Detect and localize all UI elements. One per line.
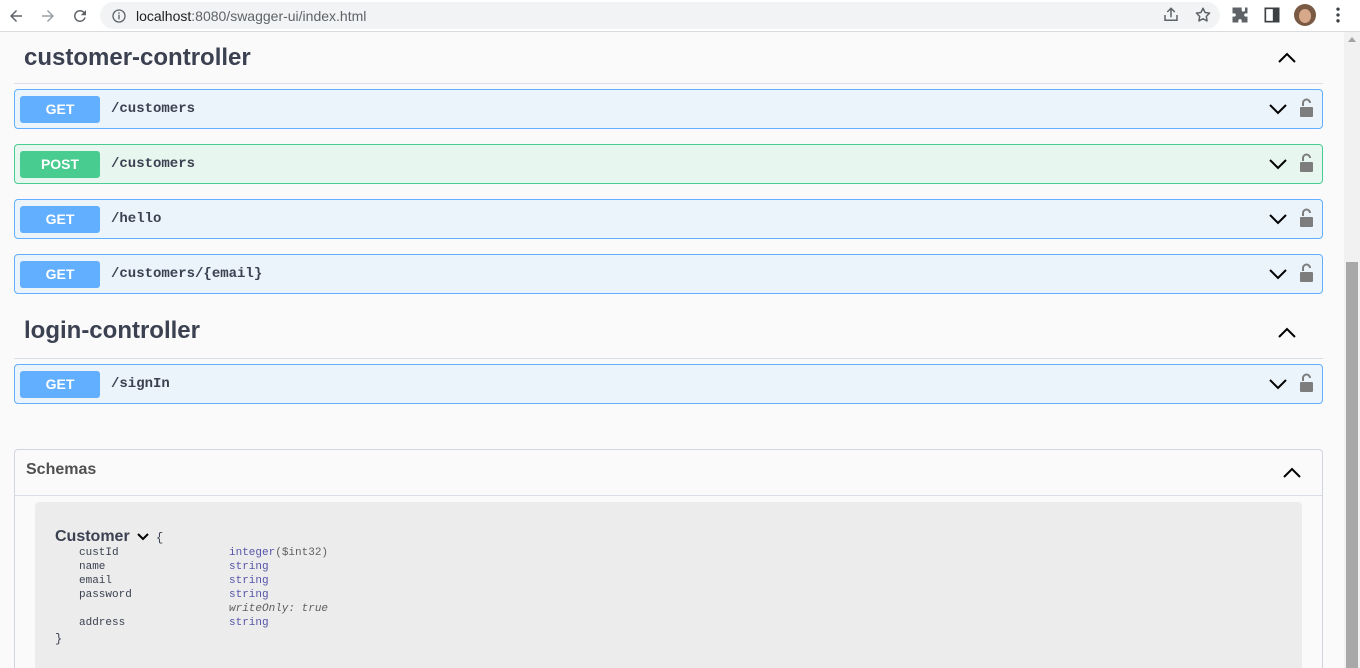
address-bar[interactable]: localhost:8080/swagger-ui/index.html [100, 2, 1220, 29]
bookmark-star-icon[interactable] [1194, 6, 1212, 24]
property-type: string [229, 575, 269, 587]
reload-button[interactable] [64, 0, 96, 32]
property-note: writeOnly: true [229, 603, 329, 615]
swagger-content: customer-controller GET /customers POST … [14, 33, 1323, 404]
property-type: string [229, 617, 269, 629]
operation-path: /customers/{email} [111, 266, 263, 282]
back-button[interactable] [0, 0, 32, 32]
model-name[interactable]: Customer [55, 528, 130, 546]
tag-title[interactable]: login-controller [24, 317, 200, 345]
property-name: name [79, 561, 106, 573]
property-type: string [229, 561, 269, 573]
info-icon[interactable] [111, 8, 127, 24]
chevron-down-icon[interactable] [1268, 377, 1288, 393]
chevron-up-icon[interactable] [1282, 464, 1302, 480]
chevron-down-icon[interactable] [1268, 267, 1288, 283]
more-menu-icon[interactable] [1328, 5, 1348, 25]
arrow-left-icon [10, 9, 22, 22]
chevron-down-icon[interactable] [1268, 157, 1288, 173]
browser-toolbar: localhost:8080/swagger-ui/index.html [0, 0, 1360, 32]
schemas-header[interactable]: Schemas [15, 450, 1322, 496]
method-badge: GET [20, 95, 100, 123]
property-name: custId [79, 547, 119, 559]
property-type: integer($int32) [229, 547, 329, 559]
forward-button[interactable] [32, 0, 64, 32]
operation-get-customers[interactable]: GET /customers [14, 89, 1323, 129]
extensions-puzzle-icon[interactable] [1230, 5, 1250, 25]
close-brace: } [55, 632, 63, 646]
arrow-right-icon [42, 9, 54, 22]
reload-icon [73, 9, 86, 22]
operation-get-hello[interactable]: GET /hello [14, 199, 1323, 239]
property-name: email [79, 575, 113, 587]
unlocked-lock-icon[interactable] [1299, 153, 1314, 173]
chevron-up-icon[interactable] [1277, 324, 1297, 340]
property-name: password [79, 589, 132, 601]
chevron-down-icon[interactable] [137, 532, 149, 542]
tag-section-login-controller[interactable]: login-controller [14, 304, 1323, 359]
schemas-title[interactable]: Schemas [26, 461, 96, 479]
url-text[interactable]: localhost:8080/swagger-ui/index.html [136, 8, 366, 24]
chevron-down-icon[interactable] [1268, 102, 1288, 118]
unlocked-lock-icon[interactable] [1299, 208, 1314, 228]
chevron-down-icon[interactable] [1268, 212, 1288, 228]
tag-section-customer-controller[interactable]: customer-controller [14, 33, 1323, 84]
unlocked-lock-icon[interactable] [1299, 263, 1314, 283]
method-badge: GET [20, 205, 100, 233]
method-badge: POST [20, 150, 100, 178]
model-box-customer: Customer { custId integer($int32) name s… [35, 502, 1302, 668]
operation-path: /signIn [111, 376, 170, 392]
chevron-up-icon[interactable] [1277, 49, 1297, 65]
property-name: address [79, 617, 126, 629]
property-type: string [229, 589, 269, 601]
open-brace: { [156, 531, 164, 545]
operation-get-customers-email[interactable]: GET /customers/{email} [14, 254, 1323, 294]
side-panel-icon[interactable] [1262, 5, 1282, 25]
tag-title[interactable]: customer-controller [24, 44, 251, 72]
operation-path: /customers [111, 101, 196, 117]
scroll-up-arrow-icon[interactable] [1348, 37, 1356, 42]
scrollbar-thumb[interactable] [1346, 262, 1358, 668]
operation-get-signin[interactable]: GET /signIn [14, 364, 1323, 404]
operation-path: /hello [111, 211, 162, 227]
method-badge: GET [20, 260, 100, 288]
unlocked-lock-icon[interactable] [1299, 373, 1314, 393]
profile-avatar[interactable] [1294, 4, 1316, 26]
unlocked-lock-icon[interactable] [1299, 98, 1314, 118]
operation-post-customers[interactable]: POST /customers [14, 144, 1323, 184]
page-scrollbar[interactable] [1344, 32, 1360, 668]
operation-path: /customers [111, 156, 196, 172]
share-icon[interactable] [1162, 6, 1180, 24]
method-badge: GET [20, 370, 100, 398]
schemas-section: Schemas Customer { custId integer($int32… [14, 449, 1323, 668]
